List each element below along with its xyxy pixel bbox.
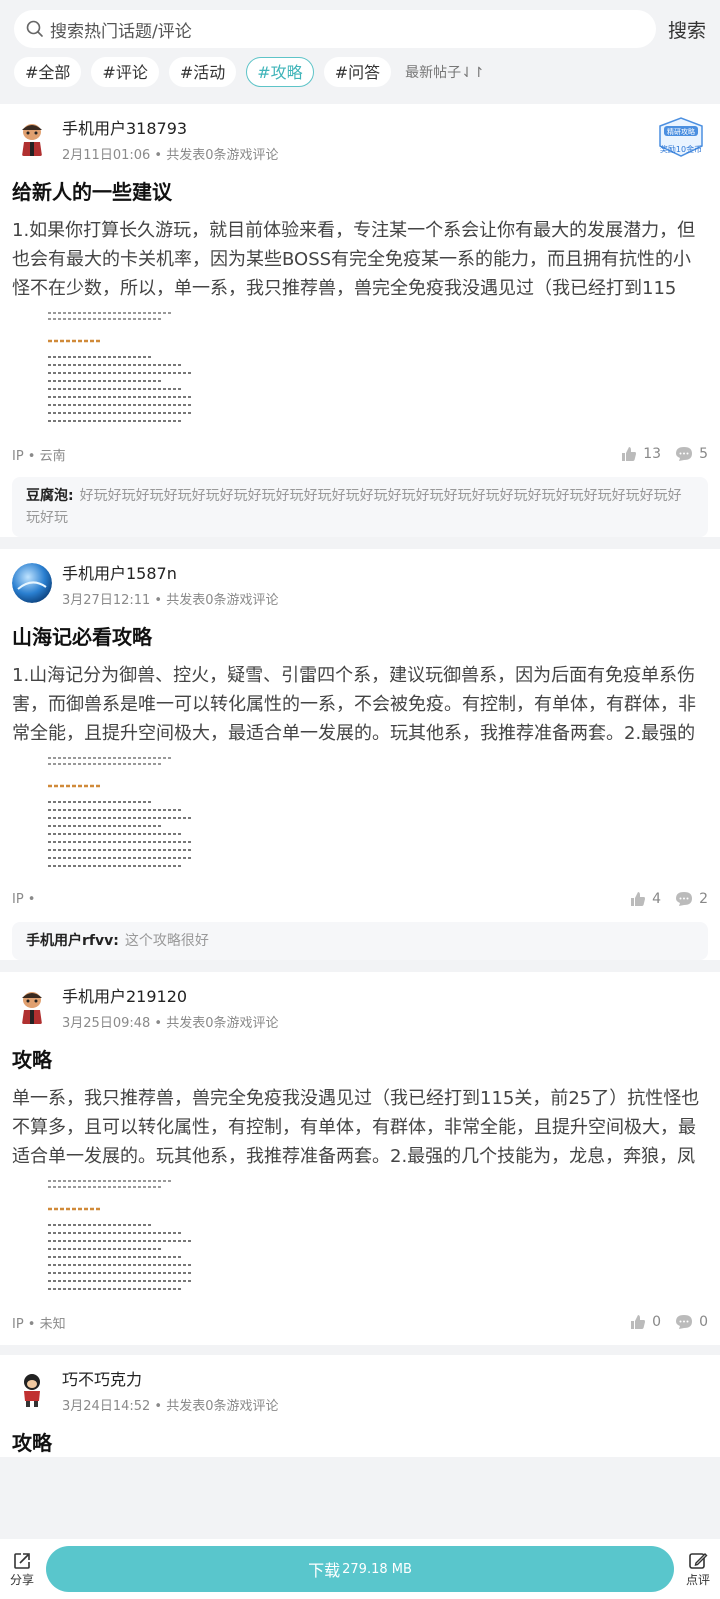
post-card[interactable]: 巧不巧克力 3月24日14:52 • 共发表0条游戏评论 攻略 [0,1355,720,1457]
post-footer: IP • 云南 13 5 [12,431,708,477]
post-author-row: 手机用户1587n 3月27日12:11 • 共发表0条游戏评论 [12,561,708,613]
comment-count: 0 [699,1314,708,1330]
download-button[interactable]: 下载 279.18 MB [46,1546,674,1592]
tab-reviews[interactable]: #评论 [91,57,159,87]
avatar[interactable] [12,1369,52,1409]
share-icon [14,1552,30,1569]
badge-top-text: 精研攻略 [667,127,695,136]
search-button[interactable]: 搜索 [668,16,706,43]
meta-separator: • [154,148,163,163]
post-image[interactable] [42,752,202,876]
review-button[interactable]: 点评 [676,1551,720,1588]
tab-guides[interactable]: #攻略 [246,57,314,87]
share-button[interactable]: 分享 [0,1551,44,1588]
search-icon [26,20,43,37]
sort-latest-button[interactable]: 最新帖子⇃↾ [405,62,484,82]
comment-count: 2 [699,891,708,907]
comment-button[interactable]: 5 [675,446,708,462]
like-button[interactable]: 4 [630,891,661,907]
comment-button[interactable]: 0 [675,1314,708,1330]
thumbs-up-icon [622,447,637,461]
like-count: 4 [652,891,662,907]
author-name[interactable]: 巧不巧克力 [62,1369,279,1391]
post-title[interactable]: 攻略 [12,1046,708,1074]
comment-bubble-icon [676,1315,693,1329]
post-card[interactable]: 手机用户219120 3月25日09:48 • 共发表0条游戏评论 攻略 单一系… [0,972,720,1345]
top-comment[interactable]: 手机用户rfvv: 这个攻略很好 [12,922,708,960]
post-date: 3月25日09:48 [62,1016,151,1031]
meta-separator: • [154,1016,163,1031]
comment-bubble-icon [676,447,693,461]
search-input[interactable]: 搜索热门话题/评论 [14,10,656,48]
post-title[interactable]: 攻略 [12,1429,708,1457]
reward-badge-icon: 精研攻略 奖励10金币 [659,117,703,157]
thumbs-up-icon [631,1315,646,1329]
post-author-row: 手机用户318793 2月11日01:06 • 共发表0条游戏评论 [12,116,708,168]
avatar[interactable] [12,563,52,603]
ip-location: IP • 未知 [12,1316,66,1332]
search-row: 搜索热门话题/评论 搜索 [14,10,706,48]
tab-qa[interactable]: #问答 [323,57,392,87]
like-count: 0 [652,1314,662,1330]
tab-events[interactable]: #活动 [168,57,237,87]
commenter-name: 手机用户rfvv: [26,933,119,949]
top-comment[interactable]: 豆腐泡: 好玩好玩好玩好玩好玩好玩好玩好玩好玩好玩好玩好玩好玩好玩好玩好玩好玩好玩… [12,477,708,537]
comment-button[interactable]: 2 [675,891,708,907]
like-count: 13 [643,446,662,462]
post-meta: 3月27日12:11 • 共发表0条游戏评论 [62,589,279,608]
post-body[interactable]: 1.如果你打算长久游玩，就目前体验来看，专注某一个系会让你有最大的发展潜力，但也… [12,216,708,303]
thumbs-up-icon [631,892,646,906]
badge-bottom-text: 奖励10金币 [660,144,702,154]
post-title[interactable]: 给新人的一些建议 [12,178,708,206]
post-card[interactable]: 手机用户318793 2月11日01:06 • 共发表0条游戏评论 精研攻略 奖… [0,104,720,537]
post-author-row: 巧不巧克力 3月24日14:52 • 共发表0条游戏评论 [12,1367,708,1419]
header: 搜索热门话题/评论 搜索 #全部 #评论 #活动 #攻略 #问答 最新帖子⇃↾ [0,0,720,104]
review-label: 点评 [685,1572,710,1587]
comment-bubble-icon [676,892,693,906]
like-button[interactable]: 13 [621,446,661,462]
post-card[interactable]: 手机用户1587n 3月27日12:11 • 共发表0条游戏评论 山海记必看攻略… [0,549,720,960]
comment-count: 5 [699,446,708,462]
author-review-count: 共发表0条游戏评论 [166,593,279,608]
topic-tabs: #全部 #评论 #活动 #攻略 #问答 最新帖子⇃↾ [14,57,706,87]
meta-separator: • [154,1399,163,1414]
share-label: 分享 [9,1572,34,1587]
post-body[interactable]: 1.山海记分为御兽、控火，疑雪、引雷四个系，建议玩御兽系，因为后面有免疫单系伤害… [12,661,708,748]
author-name[interactable]: 手机用户1587n [62,563,279,585]
search-placeholder: 搜索热门话题/评论 [50,21,192,42]
like-button[interactable]: 0 [630,1314,661,1330]
download-label: 下载 [308,1561,341,1580]
post-image[interactable] [42,1175,202,1299]
author-name[interactable]: 手机用户318793 [62,118,279,140]
meta-separator: • [154,593,163,608]
post-meta: 3月25日09:48 • 共发表0条游戏评论 [62,1012,279,1031]
post-date: 2月11日01:06 [62,148,151,163]
post-meta: 2月11日01:06 • 共发表0条游戏评论 [62,144,279,163]
avatar[interactable] [12,986,52,1026]
author-review-count: 共发表0条游戏评论 [166,1399,279,1414]
ip-location: IP • 云南 [12,448,66,464]
post-footer: IP • 未知 0 0 [12,1299,708,1345]
tab-all[interactable]: #全部 [14,57,82,87]
author-name[interactable]: 手机用户219120 [62,986,279,1008]
post-footer: IP • 4 2 [12,876,708,922]
post-image[interactable] [42,307,202,431]
commenter-name: 豆腐泡: [26,488,74,504]
ip-location: IP • [12,891,36,907]
post-body[interactable]: 单一系，我只推荐兽，兽完全免疫我没遇见过（我已经打到115关，前25了）抗性怪也… [12,1084,708,1171]
post-date: 3月27日12:11 [62,593,151,608]
edit-icon [689,1552,708,1569]
author-review-count: 共发表0条游戏评论 [166,148,279,163]
comment-text: 这个攻略很好 [124,933,209,949]
comment-text: 好玩好玩好玩好玩好玩好玩好玩好玩好玩好玩好玩好玩好玩好玩好玩好玩好玩好玩好玩好玩… [26,488,682,526]
post-author-row: 手机用户219120 3月25日09:48 • 共发表0条游戏评论 [12,984,708,1036]
author-review-count: 共发表0条游戏评论 [166,1016,279,1031]
download-size: 279.18 MB [342,1561,412,1577]
post-title[interactable]: 山海记必看攻略 [12,623,708,651]
post-meta: 3月24日14:52 • 共发表0条游戏评论 [62,1395,279,1414]
post-date: 3月24日14:52 [62,1399,151,1414]
avatar[interactable] [12,118,52,158]
bottom-action-bar: 分享 下载 279.18 MB 点评 [0,1539,720,1599]
